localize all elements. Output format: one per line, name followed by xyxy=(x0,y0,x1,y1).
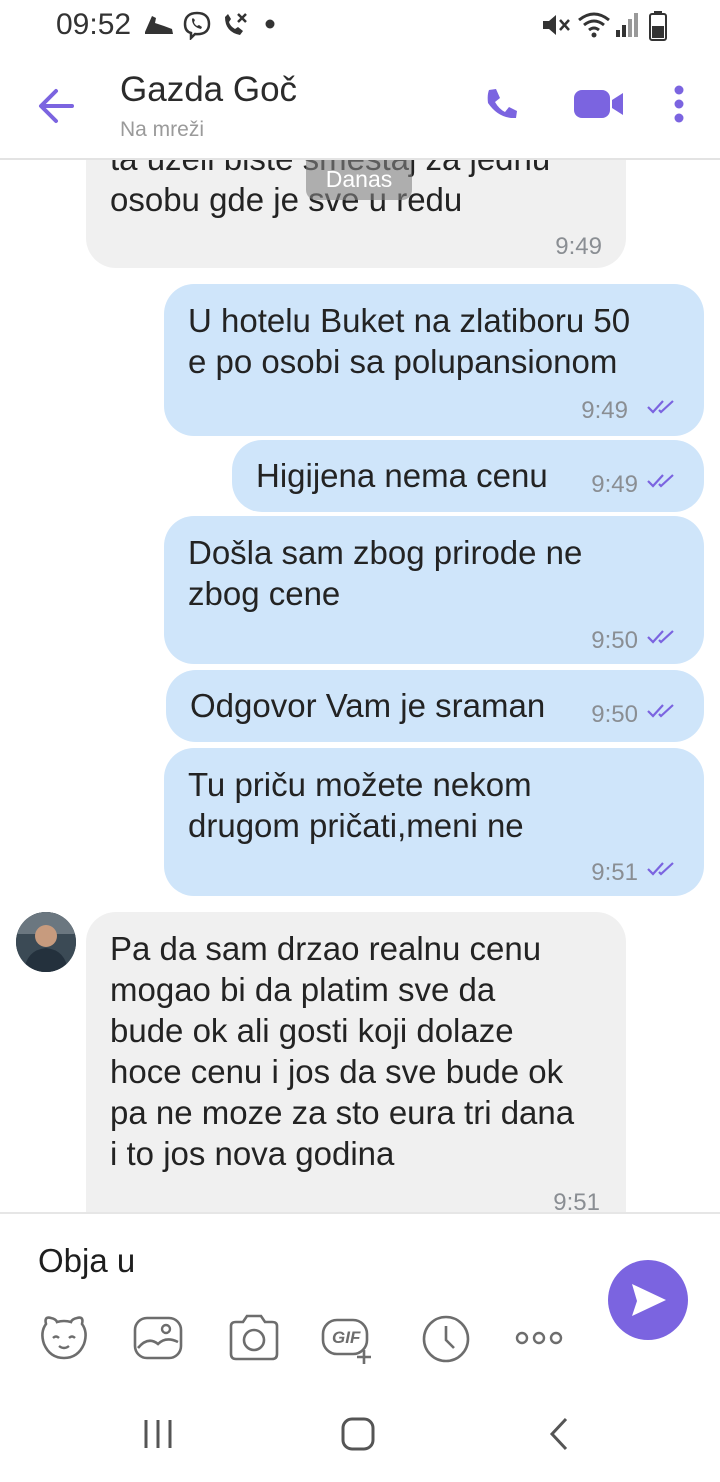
message-time: 9:50 xyxy=(591,701,638,728)
send-icon xyxy=(632,1284,666,1316)
message-text: Došla sam zbog prirode ne zbog cene xyxy=(188,534,583,612)
message-bubble-outgoing[interactable]: Tu priču možete nekom drugom pričati,men… xyxy=(164,748,704,896)
message-time: 9:49 xyxy=(555,233,602,260)
viber-icon xyxy=(183,11,211,40)
send-button[interactable] xyxy=(608,1260,688,1340)
message-bubble-outgoing[interactable]: Došla sam zbog prirode ne zbog cene 9:50 xyxy=(164,516,704,664)
shoe-icon xyxy=(145,16,173,34)
message-time: 9:49 xyxy=(581,397,628,424)
mute-icon xyxy=(543,15,570,35)
message-time: 9:51 xyxy=(591,859,638,886)
gif-label: GIF xyxy=(332,1328,361,1347)
date-separator: Danas xyxy=(306,160,412,200)
recents-icon[interactable] xyxy=(138,1414,178,1454)
chat-area[interactable]: ta uzeli biste smeštaj za jednu osobu gd… xyxy=(0,160,720,1212)
message-bubble-incoming[interactable]: Pa da sam drzao realnu cenu mogao bi da … xyxy=(86,912,626,1212)
message-text: Pa da sam drzao realnu cenu mogao bi da … xyxy=(110,930,575,1172)
message-text: Odgovor Vam je sraman xyxy=(190,687,546,724)
read-ticks-icon xyxy=(647,630,674,644)
wifi-icon xyxy=(578,12,610,38)
home-icon[interactable] xyxy=(338,1414,378,1454)
gallery-icon[interactable] xyxy=(130,1310,186,1366)
read-ticks-icon xyxy=(647,474,674,488)
sticker-icon[interactable] xyxy=(36,1310,92,1366)
camera-icon[interactable] xyxy=(226,1310,282,1366)
more-icon[interactable] xyxy=(512,1310,568,1366)
gif-button[interactable]: GIF xyxy=(320,1310,376,1366)
message-text: U hotelu Buket na zlatiboru 50 e po osob… xyxy=(188,302,631,380)
call-icon[interactable] xyxy=(484,86,520,122)
message-bubble-outgoing[interactable]: Higijena nema cenu 9:49 xyxy=(232,440,704,512)
dot-icon xyxy=(265,19,275,29)
message-bubble-outgoing[interactable]: Odgovor Vam je sraman 9:50 xyxy=(166,670,704,742)
message-input[interactable]: Obja u xyxy=(38,1242,135,1280)
timer-icon[interactable] xyxy=(418,1310,474,1366)
video-call-icon[interactable] xyxy=(572,86,626,122)
message-time: 9:50 xyxy=(591,627,638,654)
back-arrow-icon[interactable] xyxy=(36,86,76,126)
message-bubble-outgoing[interactable]: U hotelu Buket na zlatiboru 50 e po osob… xyxy=(164,284,704,436)
more-options-icon[interactable] xyxy=(672,84,686,124)
message-time: 9:49 xyxy=(591,471,638,498)
read-ticks-icon xyxy=(647,400,674,414)
status-time: 09:52 xyxy=(56,8,132,41)
message-time: 9:51 xyxy=(553,1189,600,1212)
status-bar: 09:52 xyxy=(0,0,720,50)
message-text: Higijena nema cenu xyxy=(256,457,548,494)
contact-status: Na mreži xyxy=(120,118,205,141)
back-nav-icon[interactable] xyxy=(540,1414,580,1454)
read-ticks-icon xyxy=(647,704,674,718)
chat-header: Gazda Goč Na mreži xyxy=(0,50,720,160)
contact-name[interactable]: Gazda Goč xyxy=(120,70,297,110)
message-text: Tu priču možete nekom drugom pričati,men… xyxy=(188,766,532,844)
avatar-photo-icon xyxy=(16,912,76,972)
missed-call-icon xyxy=(225,13,247,35)
avatar[interactable] xyxy=(16,912,76,972)
read-ticks-icon xyxy=(647,862,674,876)
battery-icon xyxy=(649,11,667,41)
signal-icon xyxy=(616,13,638,37)
